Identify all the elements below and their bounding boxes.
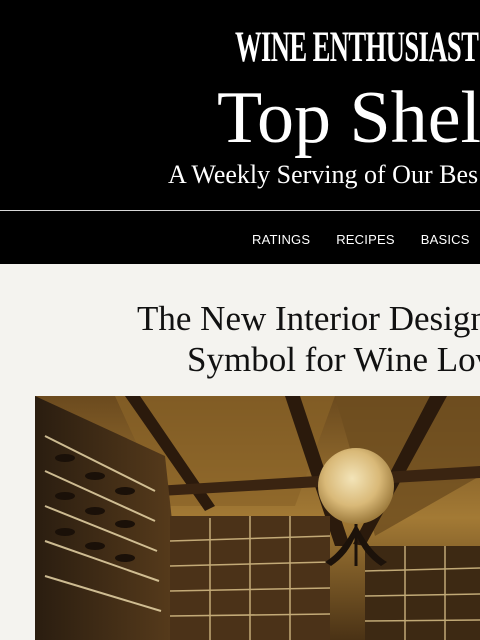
wine-enthusiast-logo[interactable]: WINE ENTHUSIAST — [235, 22, 479, 74]
article-hero-image[interactable] — [35, 396, 480, 640]
nav-recipes-link[interactable]: RECIPES — [336, 231, 394, 249]
email-header: WINE ENTHUSIAST Top Shel A Weekly Servin… — [0, 0, 480, 264]
headline-line-2: Symbol for Wine Lov — [187, 340, 480, 379]
top-nav: RATINGS RECIPES BASICS — [252, 231, 470, 249]
header-divider — [0, 210, 480, 211]
nav-ratings-link[interactable]: RATINGS — [252, 231, 310, 249]
headline-line-1: The New Interior Design — [137, 299, 480, 338]
wine-cellar-illustration — [35, 396, 480, 640]
newsletter-tagline: A Weekly Serving of Our Bes — [168, 160, 479, 189]
newsletter-title: Top Shel — [217, 77, 480, 159]
nav-basics-link[interactable]: BASICS — [421, 231, 470, 249]
article-headline[interactable]: The New Interior Design Symbol for Wine … — [0, 298, 480, 388]
